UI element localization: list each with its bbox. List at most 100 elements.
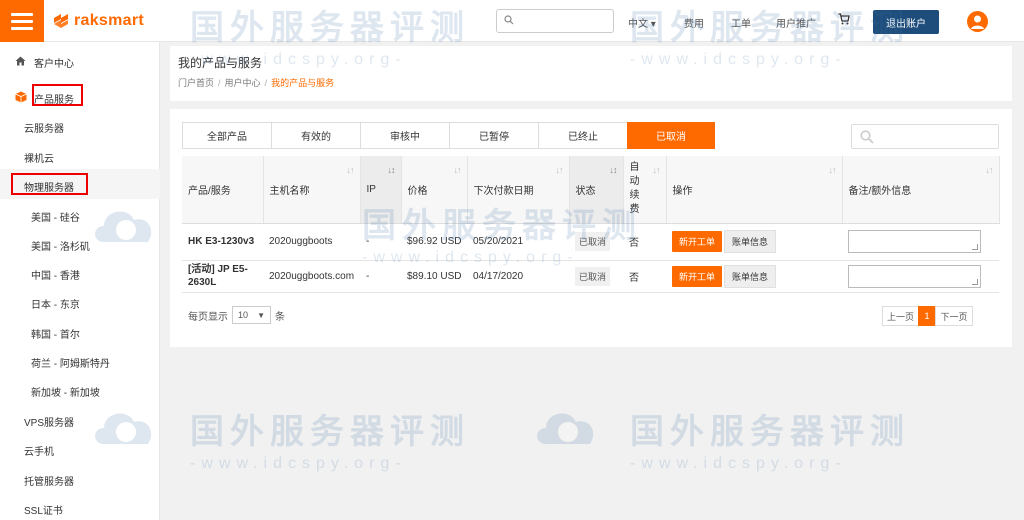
col-header-price[interactable]: 价格 ↓↑ bbox=[401, 156, 468, 224]
col-header-status[interactable]: 状态 ↓↕ bbox=[569, 156, 624, 224]
per-page-control: 每页显示 10 ▼ 条 bbox=[188, 306, 285, 324]
breadcrumb: 门户首页 / 用户中心 / 我的产品与服务 bbox=[178, 78, 335, 88]
header-label: 状态 bbox=[575, 185, 596, 197]
sidebar: 客户中心 产品服务 云服务器 裸机云 物理服务器 美国 - 硅谷 美国 - 洛杉… bbox=[0, 42, 160, 520]
sidebar-label: 裸机云 bbox=[24, 154, 54, 165]
watermark-title: 国外服务器评测 bbox=[630, 413, 910, 451]
tab-all[interactable]: 全部产品 bbox=[182, 122, 272, 149]
sidebar-label: 云服务器 bbox=[24, 124, 64, 135]
header-label: IP bbox=[366, 183, 376, 195]
box-icon bbox=[15, 91, 27, 106]
cell-auto-renew: 否 bbox=[623, 260, 666, 293]
sidebar-item-vps[interactable]: VPS服务器 bbox=[0, 413, 160, 429]
notes-textarea[interactable] bbox=[848, 230, 981, 253]
col-header-auto-renew[interactable]: 自动续费 ↓↑ bbox=[623, 156, 667, 224]
new-ticket-button[interactable]: 新开工单 bbox=[672, 231, 723, 252]
col-header-product[interactable]: 产品/服务 bbox=[182, 156, 264, 224]
breadcrumb-user-center[interactable]: 用户中心 bbox=[225, 78, 261, 88]
tab-terminated[interactable]: 已终止 bbox=[538, 122, 628, 149]
cell-next-due: 04/17/2020 bbox=[467, 260, 569, 293]
page-button-current[interactable]: 1 bbox=[918, 306, 936, 326]
nav-tickets[interactable]: 工单 bbox=[731, 15, 751, 30]
header-label: 操作 bbox=[672, 185, 693, 197]
col-header-hostname[interactable]: 主机名称 ↓↑ bbox=[263, 156, 361, 224]
header-label: 产品/服务 bbox=[188, 185, 231, 197]
sidebar-item-nl-amsterdam[interactable]: 荷兰 - 阿姆斯特丹 bbox=[0, 354, 160, 370]
cell-price: $89.10 USD bbox=[401, 260, 467, 293]
nav-affiliate[interactable]: 用户推广 bbox=[776, 15, 816, 30]
tab-pending[interactable]: 审核中 bbox=[360, 122, 450, 149]
language-selector[interactable]: 中文 ▾ bbox=[628, 15, 656, 30]
table-row: [活动] JP E5-2630L 2020uggboots.com - $89.… bbox=[182, 260, 999, 293]
cell-hostname: 2020uggboots.com bbox=[263, 260, 360, 293]
menu-toggle-button[interactable] bbox=[0, 0, 44, 42]
cell-status: 已取消 bbox=[569, 223, 623, 261]
per-page-value: 10 bbox=[238, 310, 249, 320]
new-ticket-button[interactable]: 新开工单 bbox=[672, 265, 723, 287]
billing-info-button[interactable]: 账单信息 bbox=[724, 264, 777, 288]
nav-fees[interactable]: 费用 bbox=[684, 15, 704, 30]
cell-product[interactable]: [活动] JP E5-2630L bbox=[182, 260, 263, 293]
sidebar-item-kr-seoul[interactable]: 韩国 - 首尔 bbox=[0, 325, 160, 341]
watermark-title: 国外服务器评测 bbox=[190, 413, 470, 451]
sidebar-item-colocation[interactable]: 托管服务器 bbox=[0, 472, 160, 488]
products-table: 产品/服务 主机名称 ↓↑ IP ↓↕ 价格 ↓↑ 下次付款日期 ↓↑ 状态 ↓↕ 自动续… bbox=[182, 156, 1000, 293]
breadcrumb-home[interactable]: 门户首页 bbox=[178, 78, 214, 88]
tab-cancelled[interactable]: 已取消 bbox=[627, 122, 715, 149]
cell-product[interactable]: HK E3-1230v3 bbox=[182, 223, 263, 261]
col-header-notes[interactable]: 备注/额外信息 ↓↑ bbox=[842, 156, 1000, 224]
menu-bar bbox=[11, 19, 33, 23]
sort-icon: ↓↑ bbox=[555, 165, 564, 175]
next-page-button[interactable]: 下一页 bbox=[935, 306, 973, 326]
sidebar-label: SSL证书 bbox=[24, 506, 63, 517]
col-header-actions[interactable]: 操作 ↓↑ bbox=[666, 156, 843, 224]
table-search-input[interactable] bbox=[851, 124, 999, 149]
sort-icon: ↓↕ bbox=[609, 165, 618, 175]
sidebar-label: 美国 - 洛杉矶 bbox=[31, 242, 90, 253]
logout-button[interactable]: 退出账户 bbox=[873, 10, 939, 34]
status-tabs: 全部产品 有效的 审核中 已暂停 已终止 已取消 bbox=[182, 122, 715, 149]
brand-logo[interactable]: raksmart bbox=[52, 9, 144, 33]
user-avatar-icon[interactable] bbox=[967, 11, 988, 32]
sidebar-item-us-siliconvalley[interactable]: 美国 - 硅谷 bbox=[0, 208, 160, 224]
per-page-select[interactable]: 10 ▼ bbox=[232, 306, 271, 324]
sidebar-item-sg-singapore[interactable]: 新加坡 - 新加坡 bbox=[0, 383, 160, 399]
tab-active[interactable]: 有效的 bbox=[271, 122, 361, 149]
table-header-row: 产品/服务 主机名称 ↓↑ IP ↓↕ 价格 ↓↑ 下次付款日期 ↓↑ 状态 ↓↕ 自动续… bbox=[182, 156, 1000, 224]
sidebar-label: 托管服务器 bbox=[24, 477, 74, 488]
sidebar-label: 美国 - 硅谷 bbox=[31, 213, 80, 224]
sidebar-item-jp-tokyo[interactable]: 日本 - 东京 bbox=[0, 295, 160, 311]
col-header-next-due[interactable]: 下次付款日期 ↓↑ bbox=[467, 156, 570, 224]
search-icon bbox=[504, 15, 514, 28]
status-badge: 已取消 bbox=[575, 266, 611, 286]
billing-info-button[interactable]: 账单信息 bbox=[724, 230, 777, 253]
per-page-label: 每页显示 bbox=[188, 311, 228, 323]
sidebar-item-cloud-server[interactable]: 云服务器 bbox=[0, 119, 160, 135]
cell-next-due: 05/20/2021 bbox=[467, 223, 569, 261]
sidebar-label: VPS服务器 bbox=[24, 418, 75, 429]
sidebar-item-cloud-phone[interactable]: 云手机 bbox=[0, 442, 160, 458]
notes-textarea[interactable] bbox=[848, 264, 981, 288]
watermark-url: -www.idcspy.org- bbox=[190, 455, 407, 472]
watermark-url: -www.idcspy.org- bbox=[630, 455, 847, 472]
chevron-down-icon: ▼ bbox=[257, 311, 265, 320]
cell-notes bbox=[842, 223, 999, 261]
highlight-box bbox=[32, 84, 83, 106]
top-header: raksmart 中文 ▾ 费用 工单 用户推广 退出账户 bbox=[0, 0, 1024, 42]
sidebar-item-ssl[interactable]: SSL证书 bbox=[0, 501, 160, 517]
sidebar-label: 日本 - 东京 bbox=[31, 300, 80, 311]
sidebar-item-customer-center[interactable]: 客户中心 bbox=[0, 54, 160, 70]
sidebar-label: 中国 - 香港 bbox=[31, 271, 80, 282]
tab-suspended[interactable]: 已暂停 bbox=[449, 122, 539, 149]
sidebar-item-cn-hongkong[interactable]: 中国 - 香港 bbox=[0, 266, 160, 282]
col-header-ip[interactable]: IP ↓↕ bbox=[360, 156, 402, 224]
prev-page-button[interactable]: 上一页 bbox=[882, 306, 919, 326]
cell-ip: - bbox=[360, 260, 401, 293]
sidebar-item-bare-metal[interactable]: 裸机云 bbox=[0, 149, 160, 165]
breadcrumb-current: 我的产品与服务 bbox=[271, 78, 335, 88]
header-search-input[interactable] bbox=[496, 9, 614, 33]
cart-icon[interactable] bbox=[838, 13, 850, 28]
sidebar-item-us-losangeles[interactable]: 美国 - 洛杉矶 bbox=[0, 237, 160, 253]
sidebar-label: 新加坡 - 新加坡 bbox=[31, 388, 100, 399]
page-header-card bbox=[170, 46, 1012, 101]
